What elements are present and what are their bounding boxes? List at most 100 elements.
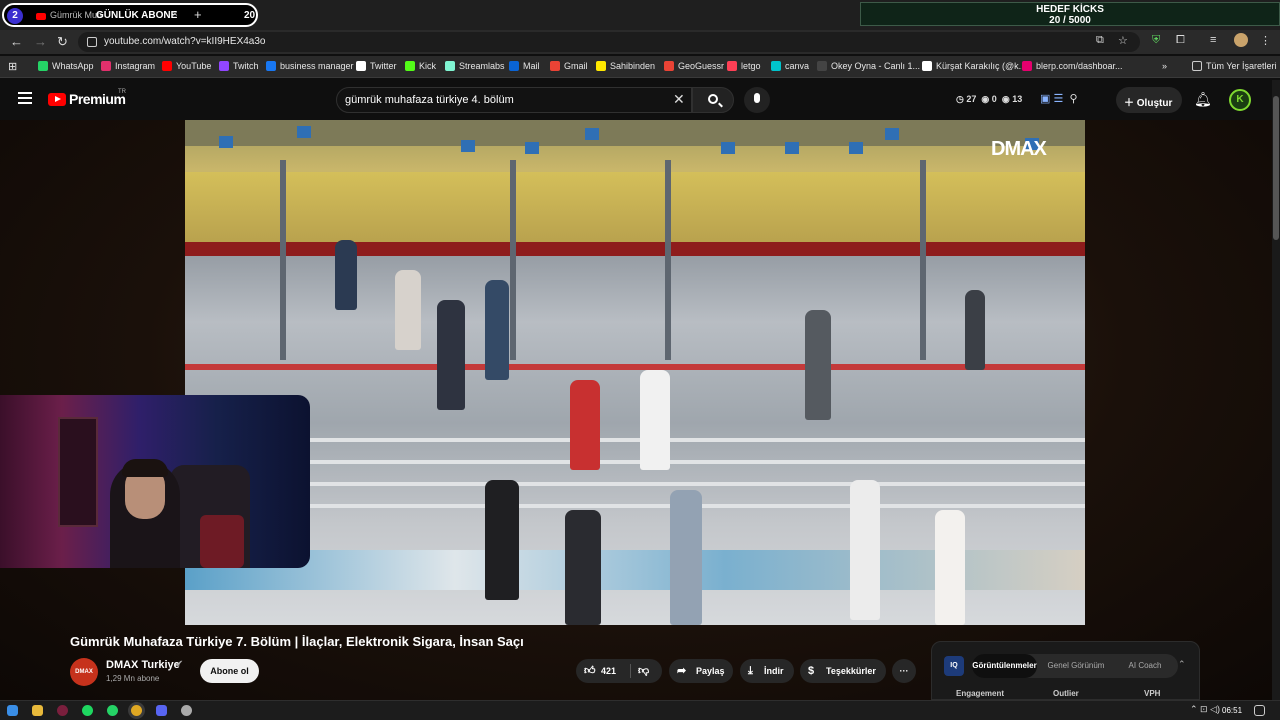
all-bookmarks-link[interactable]: Tüm Yer İşaretleri bbox=[1192, 61, 1277, 71]
chrome-icon[interactable] bbox=[131, 705, 142, 716]
video-person bbox=[437, 300, 465, 410]
account-avatar[interactable]: K bbox=[1229, 89, 1251, 111]
whatsapp-icon[interactable] bbox=[107, 705, 118, 716]
bookmark-item[interactable]: WhatsApp bbox=[38, 61, 94, 71]
video-sign bbox=[785, 142, 799, 154]
video-person bbox=[670, 490, 702, 625]
file-explorer-icon[interactable] bbox=[32, 705, 43, 716]
browser-menu-icon[interactable]: ⋮ bbox=[1260, 34, 1271, 47]
site-info-icon[interactable] bbox=[87, 37, 97, 47]
thanks-button[interactable]: $ Teşekkürler bbox=[800, 659, 886, 683]
search-input[interactable]: gümrük muhafaza türkiye 4. bölüm ✕ bbox=[336, 87, 692, 113]
voice-search-icon[interactable] bbox=[744, 87, 770, 113]
clock-time[interactable]: 06:51 bbox=[1222, 706, 1242, 715]
forward-arrow-icon[interactable]: → bbox=[34, 34, 47, 49]
download-button[interactable]: ⤓ İndir bbox=[740, 659, 794, 683]
menu-icon[interactable] bbox=[18, 92, 32, 104]
new-tab-button[interactable]: + bbox=[194, 7, 202, 22]
bookmark-item[interactable]: canva bbox=[771, 61, 809, 71]
bookmark-item[interactable]: YouTube bbox=[162, 61, 211, 71]
bookmark-favicon-icon bbox=[101, 61, 111, 71]
extension-shield-icon[interactable]: ⛨ bbox=[1152, 34, 1160, 47]
search-query[interactable]: gümrük muhafaza türkiye 4. bölüm bbox=[345, 94, 514, 106]
vidiq-icon[interactable]: ▣ bbox=[1040, 93, 1050, 105]
like-thumb-icon[interactable]: 👍︎ bbox=[584, 659, 596, 683]
page-scrollbar[interactable] bbox=[1272, 80, 1280, 700]
bookmark-item[interactable]: Kürşat Karakılıç (@k... bbox=[922, 61, 1026, 71]
bookmark-item[interactable]: Gmail bbox=[550, 61, 588, 71]
video-person bbox=[805, 310, 831, 420]
bookmark-item[interactable]: Mail bbox=[509, 61, 540, 71]
trophy-icon[interactable]: ⚲ bbox=[1069, 93, 1077, 105]
bookmark-label: letgo bbox=[741, 61, 761, 71]
video-sign bbox=[885, 128, 899, 140]
create-button[interactable]: ＋ Oluştur bbox=[1116, 87, 1182, 113]
system-tray[interactable]: ⌃ ⊡ ◁) bbox=[1190, 704, 1220, 715]
bookmark-label: Sahibinden bbox=[610, 61, 656, 71]
channel-avatar[interactable]: DMAX bbox=[70, 658, 98, 686]
bookmark-item[interactable]: business manager bbox=[266, 61, 354, 71]
bookmark-label: YouTube bbox=[176, 61, 212, 71]
bookmark-item[interactable]: Okey Oyna - Canlı 1... bbox=[817, 61, 920, 71]
thanks-dollar-icon: $ bbox=[808, 665, 815, 677]
bookmark-item[interactable]: Streamlabs bbox=[445, 61, 505, 71]
notifications-bell-icon[interactable]: 🔔︎ bbox=[1194, 91, 1212, 108]
bookmark-item[interactable]: Kick bbox=[405, 61, 436, 71]
subscribe-button[interactable]: Abone ol bbox=[200, 659, 259, 683]
like-count[interactable]: 421 bbox=[601, 659, 616, 683]
bookmark-star-icon[interactable]: ☆ bbox=[1118, 34, 1128, 47]
tab-close-icon[interactable]: × bbox=[172, 9, 178, 20]
obs-icon[interactable] bbox=[181, 705, 192, 716]
reload-icon[interactable]: ↻ bbox=[57, 34, 68, 50]
bookmark-item[interactable]: letgo bbox=[727, 61, 761, 71]
bookmark-item[interactable]: blerp.com/dashboar... bbox=[1022, 61, 1123, 71]
video-post bbox=[510, 160, 516, 360]
youtube-logo-icon[interactable] bbox=[48, 93, 66, 106]
url-text[interactable]: youtube.com/watch?v=kII9HEX4a3o bbox=[104, 36, 265, 47]
bookmark-label: Kick bbox=[419, 61, 437, 71]
back-arrow-icon[interactable]: ← bbox=[10, 34, 23, 49]
extensions-puzzle-icon[interactable]: ⧠ bbox=[1176, 34, 1185, 47]
scrollbar-thumb[interactable] bbox=[1273, 96, 1279, 240]
dislike-thumb-icon[interactable]: 👎︎ bbox=[638, 659, 649, 683]
video-sign bbox=[461, 140, 475, 152]
windows-start-icon[interactable] bbox=[7, 705, 18, 716]
browser-toolbar: ← → ↻ youtube.com/watch?v=kII9HEX4a3o ⧉ … bbox=[0, 30, 1280, 54]
tab-ai-coach[interactable]: AI Coach bbox=[1115, 654, 1175, 678]
notification-center-icon[interactable] bbox=[1254, 705, 1265, 716]
tab-views[interactable]: Görüntülenmeler bbox=[972, 654, 1037, 678]
apps-grid-icon[interactable]: ⊞ bbox=[8, 60, 17, 73]
discord-icon[interactable] bbox=[156, 705, 167, 716]
channel-name[interactable]: DMAX Turkiye bbox=[106, 659, 180, 671]
premium-brand[interactable]: Premium bbox=[69, 91, 126, 107]
bookmark-favicon-icon bbox=[356, 61, 366, 71]
share-button[interactable]: ➦ Paylaş bbox=[669, 659, 733, 683]
tab-overview[interactable]: Genel Görünüm bbox=[1039, 654, 1113, 678]
video-barrier bbox=[185, 482, 1085, 486]
bookmark-item[interactable]: Twitter bbox=[356, 61, 397, 71]
clear-search-icon[interactable]: ✕ bbox=[673, 91, 685, 108]
bookmark-item[interactable]: GeoGuessr bbox=[664, 61, 724, 71]
install-app-icon[interactable]: ⧉ bbox=[1096, 34, 1104, 47]
bookmarks-overflow-icon[interactable]: » bbox=[1162, 61, 1167, 71]
bookmark-item[interactable]: Twitch bbox=[219, 61, 259, 71]
search-button[interactable] bbox=[692, 87, 734, 113]
address-bar[interactable]: youtube.com/watch?v=kII9HEX4a3o ⧉ ☆ bbox=[78, 32, 1140, 52]
video-counter-wall bbox=[185, 172, 1085, 242]
list-icon[interactable]: ☰ bbox=[1053, 93, 1063, 105]
profile-avatar-icon[interactable] bbox=[1234, 33, 1248, 47]
app-icon[interactable] bbox=[57, 705, 68, 716]
bookmark-item[interactable]: Instagram bbox=[101, 61, 155, 71]
extension-icons[interactable]: ▣ ☰ ⚲ bbox=[1040, 92, 1078, 105]
collapse-chevron-icon[interactable]: ⌃ bbox=[1178, 659, 1186, 670]
extension-stats[interactable]: ◷ 27 ◉ 0 ◉ 13 bbox=[956, 94, 1022, 105]
more-actions-button[interactable]: ··· bbox=[892, 659, 916, 683]
reading-list-icon[interactable]: ≡ bbox=[1210, 34, 1216, 46]
video-player[interactable]: DMAX bbox=[185, 120, 1085, 625]
browser-tab-title[interactable]: Gümrük Muh bbox=[50, 10, 102, 20]
spotify-icon[interactable] bbox=[82, 705, 93, 716]
bookmark-label: Twitter bbox=[370, 61, 397, 71]
bookmark-favicon-icon bbox=[727, 61, 737, 71]
bookmark-label: Twitch bbox=[233, 61, 259, 71]
bookmark-item[interactable]: Sahibinden bbox=[596, 61, 655, 71]
